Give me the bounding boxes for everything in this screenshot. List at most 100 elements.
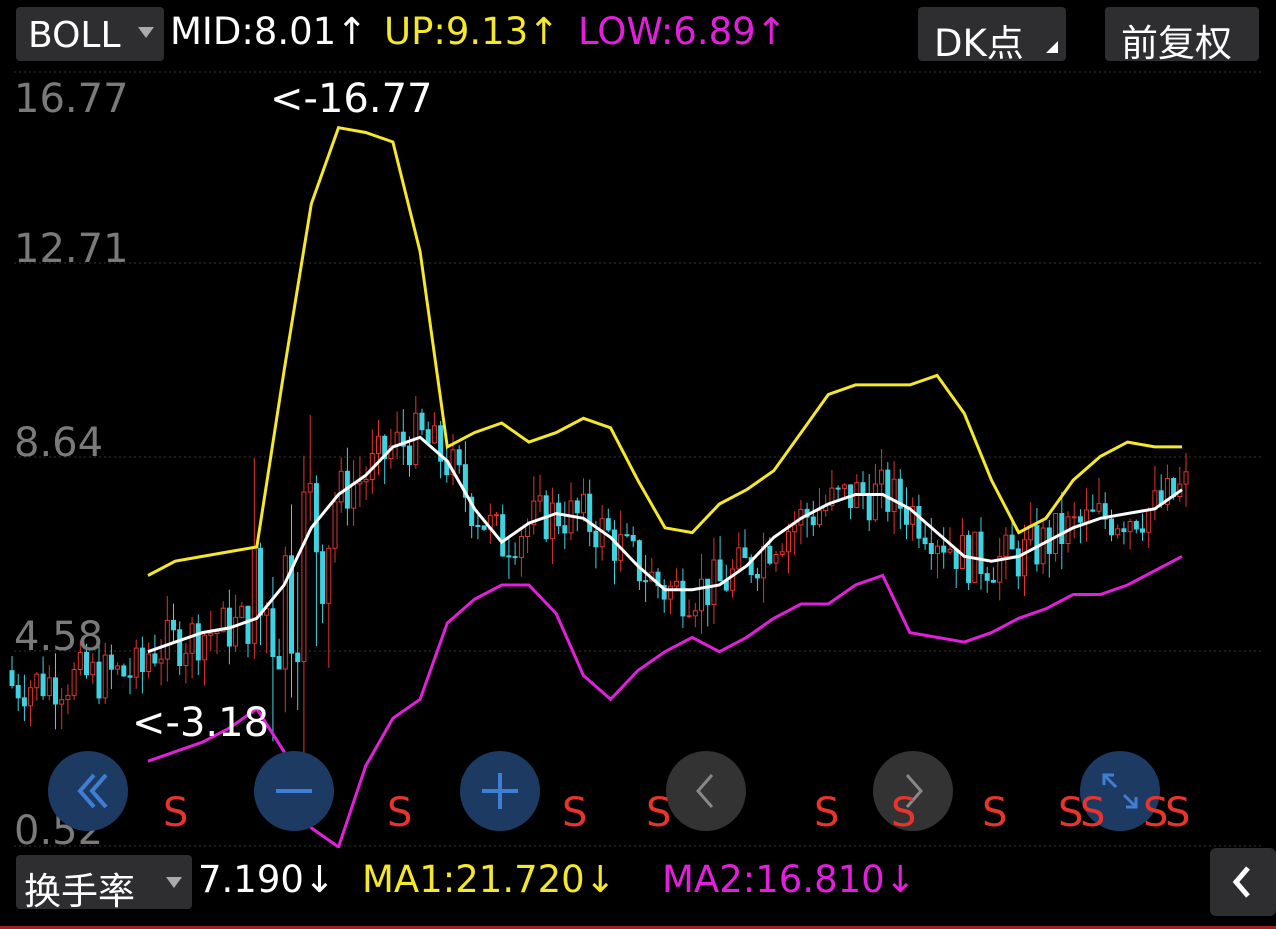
candle-down: [866, 494, 872, 521]
candle-up: [251, 547, 257, 644]
turnover-indicator-select[interactable]: 换手率: [16, 855, 192, 913]
candle-up: [338, 470, 344, 503]
candle-down: [612, 529, 617, 561]
candle-up: [1115, 528, 1121, 536]
candle-up: [326, 547, 332, 604]
sell-signal-marker: S: [562, 790, 588, 836]
candle-down: [506, 555, 512, 558]
y-tick-label: 12.71: [14, 226, 129, 272]
sell-signal-marker: S: [646, 790, 672, 836]
candle-up: [549, 502, 555, 540]
corner-triangle-icon: [1046, 41, 1058, 53]
candle-down: [643, 580, 649, 583]
candle-down: [320, 551, 326, 604]
candle-up: [686, 615, 692, 618]
candle-down: [636, 540, 642, 582]
candle-up: [133, 647, 139, 678]
candle-down: [475, 525, 481, 527]
candle-up: [71, 669, 77, 696]
candle-down: [1090, 509, 1096, 512]
candle-up: [736, 547, 742, 570]
zoom-out-button[interactable]: [254, 751, 334, 831]
candle-up: [233, 616, 239, 647]
candle-up: [692, 610, 698, 617]
candle-down: [680, 580, 686, 617]
candle-down: [295, 652, 301, 663]
candle-up: [773, 554, 779, 564]
ma2-value: MA2:16.810↓: [662, 858, 916, 901]
candle-up: [431, 425, 437, 444]
candle-down: [984, 573, 990, 581]
candle-down: [587, 493, 593, 532]
candle-up: [1146, 508, 1152, 533]
candle-down: [96, 661, 102, 699]
forward-adjust-label: 前复权: [1121, 22, 1232, 65]
boll-indicator-select[interactable]: BOLL: [16, 7, 164, 61]
scroll-left-button[interactable]: [48, 751, 128, 831]
candle-down: [1133, 521, 1139, 530]
candle-up: [301, 491, 307, 663]
zoom-in-button[interactable]: [460, 751, 540, 831]
forward-adjust-button[interactable]: 前复权: [1105, 7, 1259, 65]
candle-down: [835, 487, 841, 490]
candle-up: [711, 559, 717, 605]
candle-down: [860, 482, 866, 496]
candle-down: [593, 530, 599, 548]
candle-down: [53, 677, 58, 705]
candle-down: [624, 534, 630, 537]
sell-signal-marker: S: [163, 790, 189, 836]
candle-up: [208, 632, 214, 636]
candle-down: [916, 506, 922, 539]
candle-up: [239, 605, 245, 618]
candle-up: [1183, 471, 1189, 485]
up-value: UP:9.13↑: [384, 10, 560, 53]
candle-up: [46, 677, 52, 697]
candle-up: [779, 551, 785, 555]
candle-up: [146, 653, 152, 672]
candle-up: [667, 585, 673, 600]
candle-down: [139, 647, 145, 672]
candle-down: [904, 507, 909, 525]
candle-down: [419, 412, 425, 431]
max-price-label: <-16.77: [270, 76, 433, 122]
candle-down: [195, 623, 201, 661]
candle-up: [879, 469, 885, 485]
dropdown-caret-icon: [166, 877, 182, 888]
candle-up: [817, 510, 822, 526]
sell-signal-marker: S: [1080, 790, 1106, 836]
candle-down: [767, 545, 773, 564]
dk-point-button[interactable]: DK点: [918, 7, 1066, 65]
candle-down: [562, 525, 568, 534]
candle-down: [425, 429, 431, 444]
candle-down: [705, 578, 711, 606]
candle-up: [34, 673, 40, 689]
candle-up: [730, 568, 736, 591]
candle-up: [183, 652, 189, 666]
y-tick-label: 16.77: [14, 76, 129, 122]
candle-down: [512, 556, 518, 559]
sell-signal-marker: S: [891, 790, 917, 836]
boll-chart[interactable]: 16.77 12.71 8.64 4.58 0.52 <-16.77 <-3.1…: [0, 68, 1276, 854]
candle-up: [947, 548, 953, 553]
sell-signal-marker: S: [814, 790, 840, 836]
candle-up: [115, 665, 121, 670]
candle-up: [332, 501, 338, 549]
ma1-value: MA1:21.720↓: [362, 858, 616, 901]
previous-button[interactable]: [666, 751, 746, 831]
candle-up: [202, 634, 208, 661]
candle-down: [108, 654, 114, 670]
candle-down: [407, 445, 412, 466]
candle-down: [276, 656, 282, 670]
candle-up: [363, 479, 369, 483]
minus-icon: [276, 789, 312, 793]
candle-up: [581, 493, 586, 514]
candle-down: [810, 516, 816, 526]
candle-down: [9, 670, 15, 687]
collapse-panel-button[interactable]: [1210, 848, 1276, 916]
candle-down: [121, 665, 127, 677]
chevron-left-icon: [696, 774, 714, 808]
dropdown-caret-icon: [138, 27, 154, 38]
candle-down: [922, 537, 928, 545]
candle-up: [935, 545, 940, 555]
candle-down: [481, 525, 487, 530]
